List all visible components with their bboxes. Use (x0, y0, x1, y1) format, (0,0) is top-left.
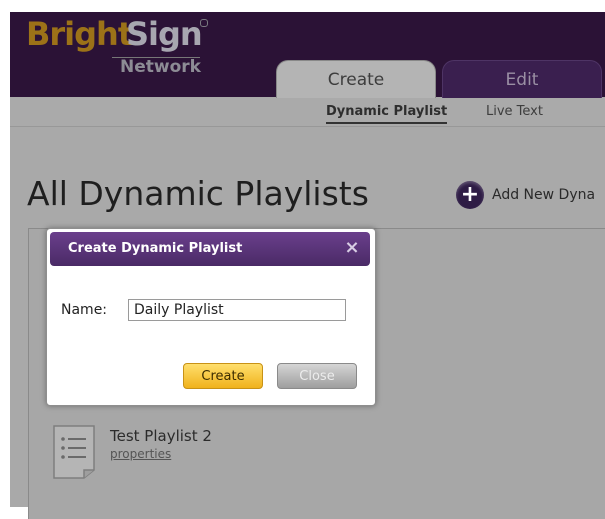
name-input[interactable] (128, 299, 346, 321)
close-button[interactable]: Close (277, 363, 357, 389)
document-list-icon (53, 425, 95, 479)
brightsign-logo[interactable]: Bright Sign Network (26, 15, 208, 85)
list-item[interactable]: Test Playlist 2 properties (52, 424, 352, 494)
page-title: All Dynamic Playlists (27, 174, 369, 213)
tab-edit[interactable]: Edit (442, 60, 602, 99)
name-label: Name: (61, 302, 108, 318)
properties-link[interactable]: properties (110, 447, 171, 461)
app-window: Bright Sign Network Create Edit Dynamic … (0, 0, 605, 519)
logo-bright-text: Bright (26, 15, 133, 53)
left-margin (0, 0, 10, 507)
add-new-button[interactable]: + Add New Dyna (456, 180, 595, 210)
subnav: Dynamic Playlist Live Text (10, 98, 605, 127)
registered-mark-icon (200, 19, 208, 27)
header: Bright Sign Network Create Edit (10, 12, 605, 99)
logo-sign-text: Sign (126, 15, 203, 53)
dialog-title: Create Dynamic Playlist (68, 241, 243, 256)
add-new-label[interactable]: Add New Dyna (492, 187, 595, 203)
create-dynamic-playlist-dialog: Create Dynamic Playlist × Name: Create C… (46, 228, 376, 406)
dialog-header[interactable]: Create Dynamic Playlist × (50, 232, 370, 266)
create-button[interactable]: Create (183, 363, 263, 389)
logo-network-text: Network (120, 57, 201, 77)
subnav-live-text[interactable]: Live Text (486, 104, 543, 119)
playlist-name[interactable]: Test Playlist 2 (110, 427, 212, 445)
close-icon[interactable]: × (342, 237, 362, 259)
subnav-dynamic-playlist[interactable]: Dynamic Playlist (326, 104, 448, 124)
tab-create[interactable]: Create (276, 60, 436, 99)
plus-circle-icon[interactable]: + (456, 181, 484, 209)
